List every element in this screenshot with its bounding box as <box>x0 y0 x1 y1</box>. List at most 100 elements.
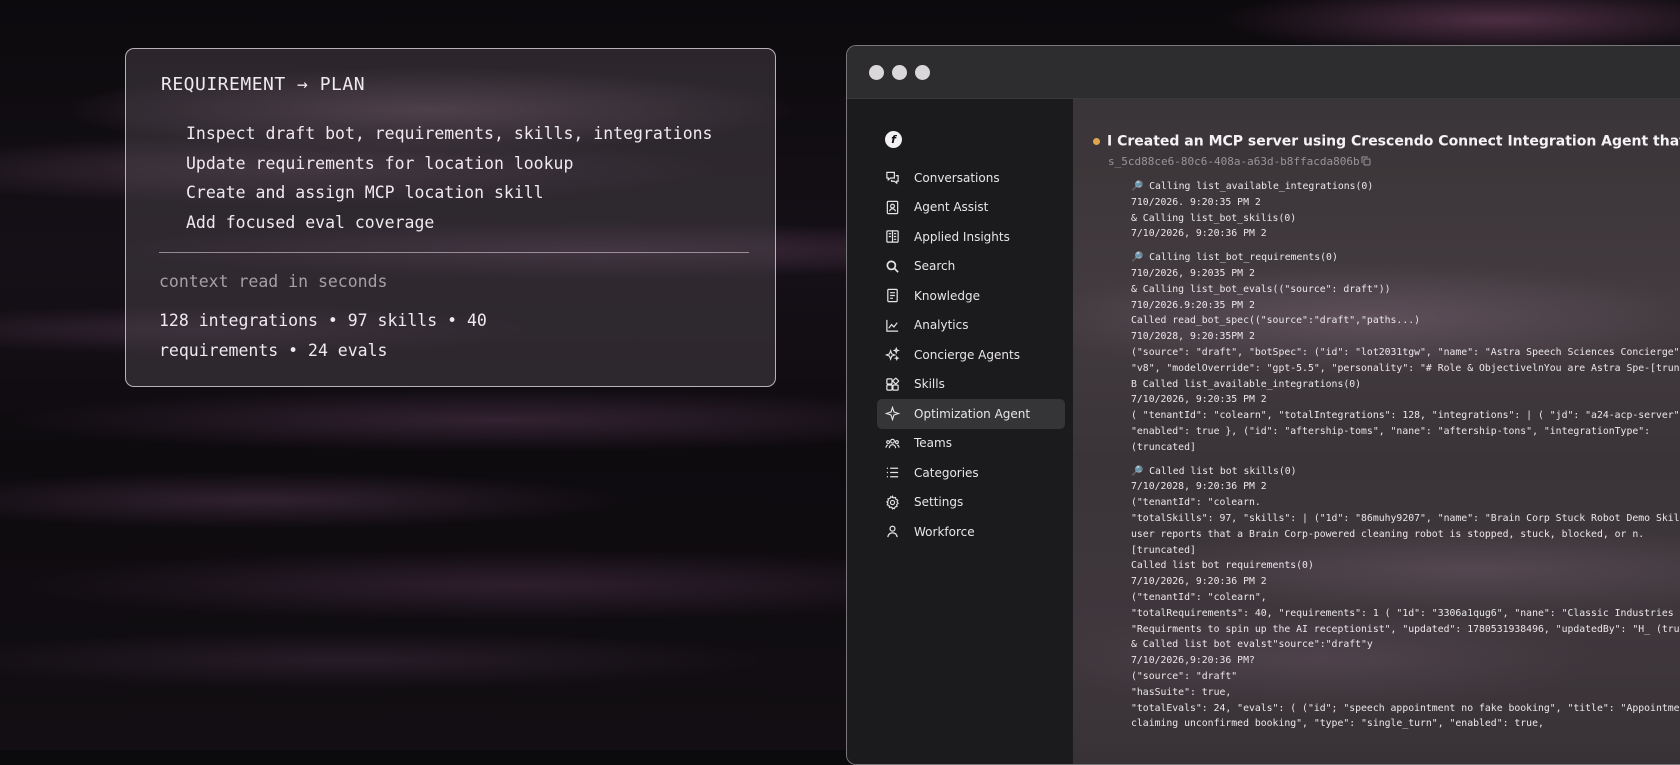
plan-step: Inspect draft bot, requirements, skills,… <box>186 124 713 143</box>
log-line: 7/10/2026,9:20:36 PM? <box>1131 655 1255 667</box>
plan-step: Update requirements for location lookup <box>186 153 574 173</box>
sidebar-item-label: Analytics <box>914 318 969 333</box>
log-line: 7/10/2026, 9:20:36 PM 2 <box>1131 576 1267 588</box>
sidebar-item-label: Conversations <box>914 170 1000 185</box>
sidebar-item-workforce[interactable]: Workforce <box>877 517 1065 547</box>
book-icon <box>884 229 900 245</box>
log-line: [truncated] <box>1131 544 1196 556</box>
app-window: f Conversations Agent Assist Applied Ins… <box>846 45 1680 765</box>
sidebar-item-categories[interactable]: Categories <box>877 458 1065 488</box>
sidebar-item-label: Search <box>914 259 956 274</box>
log-line: ("tenantId": "colearn. <box>1131 497 1261 509</box>
sidebar-item-label: Knowledge <box>914 288 980 303</box>
log-line: user reports that a Brain Corp-powered c… <box>1131 528 1645 540</box>
window-maximize-dot[interactable] <box>915 65 930 80</box>
session-id-row: s_5cd88ce6-80c6-408a-a63d-b8ffacda806b <box>1108 155 1371 169</box>
conversation-title: I Created an MCP server using Crescendo … <box>1107 133 1680 150</box>
log-line: ("tenantId": "colearn", <box>1131 591 1267 603</box>
copy-icon[interactable] <box>1361 156 1371 169</box>
plan-step: Create and assign MCP location skill <box>186 183 544 202</box>
log-line: ("source": "draft", "botSpec": ("id": "l… <box>1131 346 1680 358</box>
sidebar-item-applied-insights[interactable]: Applied Insights <box>877 222 1065 252</box>
conversation-header: I Created an MCP server using Crescendo … <box>1093 131 1680 150</box>
log-line: "totalEvals": 24, "evals": ( ("id"; "spe… <box>1131 702 1680 714</box>
sidebar-item-label: Teams <box>914 436 952 451</box>
search-icon <box>884 258 900 274</box>
person-icon <box>884 524 900 540</box>
sparkles-icon <box>884 347 900 363</box>
log-line: "Requirments to spin up the AI reception… <box>1131 623 1680 635</box>
sidebar-item-label: Categories <box>914 465 979 480</box>
sidebar-item-conversations[interactable]: Conversations <box>877 163 1065 193</box>
window-minimize-dot[interactable] <box>892 65 907 80</box>
log-line: 710/2028, 9:20:35PM 2 <box>1131 331 1255 343</box>
log-spacer <box>1131 456 1680 464</box>
log-line: 7/10/2026, 9:20:35 PM 2 <box>1131 394 1267 406</box>
window-close-dot[interactable] <box>869 65 884 80</box>
sidebar-item-teams[interactable]: Teams <box>877 429 1065 459</box>
plan-stats: 128 integrations • 97 skills • 40 requir… <box>159 311 487 360</box>
log-line: 🔎 Called list bot skills(0) <box>1131 465 1297 477</box>
sidebar-nav: Conversations Agent Assist Applied Insig… <box>877 163 1065 547</box>
document-icon <box>884 288 900 304</box>
log-line: (truncated] <box>1131 441 1196 453</box>
conversation-panel: I Created an MCP server using Crescendo … <box>1073 99 1680 764</box>
log-line: claiming unconfirmed booking", "type": "… <box>1131 718 1544 730</box>
log-line: 🔎 Calling list_bot_requirements(0) <box>1131 252 1338 264</box>
log-line: "totalRequirements": 40, "requirements":… <box>1131 607 1674 619</box>
sidebar-item-optimization-agent[interactable]: Optimization Agent <box>877 399 1065 429</box>
line-chart-icon <box>884 317 900 333</box>
sidebar-item-label: Applied Insights <box>914 229 1010 244</box>
log-line: & Calling list_bot_evals(("source": draf… <box>1131 283 1391 295</box>
sidebar-item-knowledge[interactable]: Knowledge <box>877 281 1065 311</box>
log-line: B Called list_available_integrations(0) <box>1131 378 1362 390</box>
sidebar-item-skills[interactable]: Skills <box>877 370 1065 400</box>
log-line: ("source": "draft" <box>1131 670 1238 682</box>
gear-icon <box>884 494 900 510</box>
sidebar-item-concierge-agents[interactable]: Concierge Agents <box>877 340 1065 370</box>
app-logo[interactable]: f <box>885 131 902 148</box>
log-line: 7/10/2026, 9:20:36 PM 2 <box>1131 228 1267 240</box>
plan-title: REQUIREMENT → PLAN <box>161 74 366 95</box>
tool-call-log: 🔎 Calling list_available_integrations(0)… <box>1131 179 1680 732</box>
sidebar-item-agent-assist[interactable]: Agent Assist <box>877 193 1065 223</box>
log-line: & Calling list_bot_skilis(0) <box>1131 212 1297 224</box>
log-line: 710/2026, 9:2035 PM 2 <box>1131 267 1255 279</box>
log-line: "enabled": true }, ("id": "aftership-tom… <box>1131 425 1651 437</box>
chat-bubbles-icon <box>884 170 900 186</box>
log-line: 🔎 Calling list_available_integrations(0) <box>1131 181 1374 192</box>
log-line: "totalSkills": 97, "skills": | ("1d": "8… <box>1131 512 1680 524</box>
log-spacer <box>1131 242 1680 250</box>
contact-card-icon <box>884 199 900 215</box>
sidebar-item-label: Workforce <box>914 524 975 539</box>
sidebar-item-label: Optimization Agent <box>914 406 1031 421</box>
sidebar-item-analytics[interactable]: Analytics <box>877 311 1065 341</box>
plan-steps: Inspect draft bot, requirements, skills,… <box>186 119 713 237</box>
log-line: "hasSuite": true, <box>1131 686 1232 698</box>
team-icon <box>884 435 900 451</box>
sidebar-item-search[interactable]: Search <box>877 252 1065 282</box>
sparkle-icon <box>884 406 900 422</box>
log-line: 710/2026. 9:20:35 PM 2 <box>1131 196 1261 208</box>
log-line: ( "tenantId": "colearn", "totalIntegrati… <box>1131 410 1680 422</box>
sidebar-item-label: Concierge Agents <box>914 347 1020 362</box>
log-line: 710/2026.9:20:35 PM 2 <box>1131 299 1255 311</box>
log-line: 7/10/2028, 9:20:36 PM 2 <box>1131 481 1267 493</box>
sidebar-item-label: Settings <box>914 495 964 510</box>
sidebar-item-label: Skills <box>914 377 945 392</box>
log-line: & Called list bot evalst"source":"draft"… <box>1131 639 1373 651</box>
status-dot <box>1093 138 1100 145</box>
plan-step: Add focused eval coverage <box>186 212 435 232</box>
list-icon <box>884 465 900 481</box>
log-line: Called list bot requirements(0) <box>1131 560 1314 572</box>
log-line: "v8", "modelOverride": "gpt-5.5", "perso… <box>1131 362 1680 374</box>
skills-blocks-icon <box>884 376 900 392</box>
plan-card: REQUIREMENT → PLAN Inspect draft bot, re… <box>125 48 776 387</box>
sidebar: f Conversations Agent Assist Applied Ins… <box>847 99 1071 764</box>
log-line: Called read_bot_spec(("source":"draft","… <box>1131 315 1421 327</box>
sidebar-item-label: Agent Assist <box>914 200 989 215</box>
divider <box>159 252 749 253</box>
session-id: s_5cd88ce6-80c6-408a-a63d-b8ffacda806b <box>1108 155 1360 168</box>
sidebar-item-settings[interactable]: Settings <box>877 488 1065 518</box>
plan-subtitle: context read in seconds <box>159 272 388 291</box>
